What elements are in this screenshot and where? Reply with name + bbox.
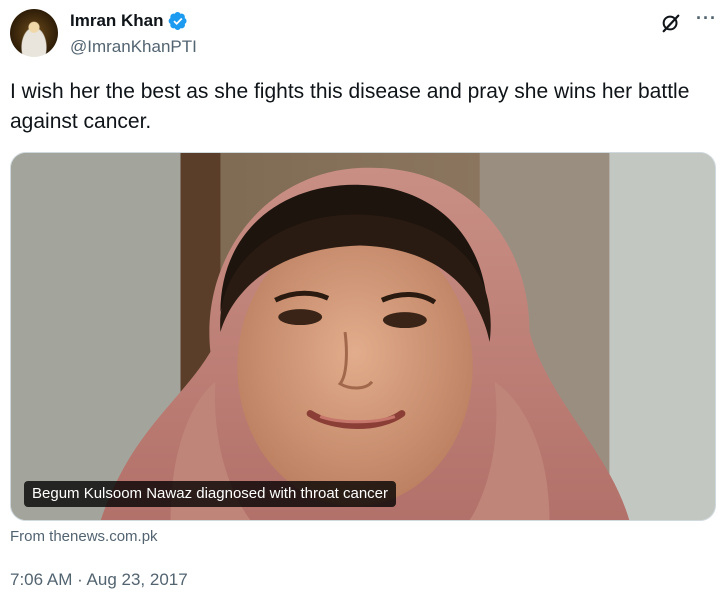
tweet-text: I wish her the best as she fights this d… (10, 80, 690, 133)
tweet: Imran Khan @ImranKhanPTI ··· I wish her … (0, 0, 725, 613)
tweet-timestamp[interactable]: 7:06 AM · Aug 23, 2017 (10, 570, 188, 590)
author-row: Imran Khan (70, 11, 188, 31)
author-name[interactable]: Imran Khan (70, 11, 164, 31)
grok-icon[interactable] (660, 12, 682, 34)
avatar[interactable] (10, 9, 58, 57)
media-caption: Begum Kulsoom Nawaz diagnosed with throa… (24, 481, 397, 507)
verified-badge-icon (168, 12, 187, 30)
link-source[interactable]: From thenews.com.pk (10, 528, 158, 545)
link-card-image[interactable] (10, 152, 716, 521)
author-handle[interactable]: @ImranKhanPTI (70, 37, 197, 57)
portrait-photo (11, 153, 715, 520)
more-options-icon[interactable]: ··· (696, 8, 717, 29)
